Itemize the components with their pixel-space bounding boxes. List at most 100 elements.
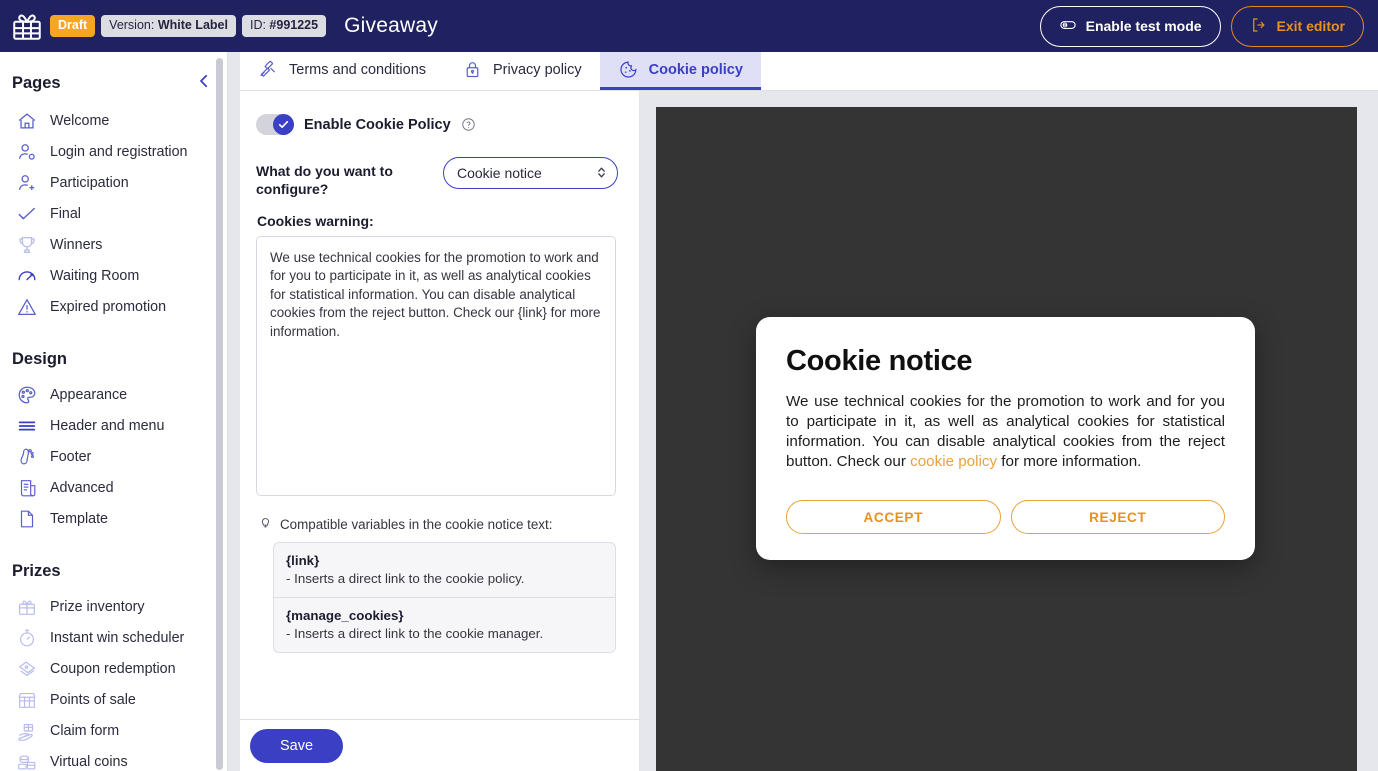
- sidebar-item-label: Welcome: [50, 112, 110, 129]
- page-icon: [16, 508, 38, 530]
- sidebar-item-welcome[interactable]: Welcome: [0, 105, 227, 136]
- exit-arrow-icon: [1250, 16, 1268, 37]
- enable-test-mode-button[interactable]: Enable test mode: [1039, 5, 1221, 47]
- sidebar-item-label: Login and registration: [50, 143, 188, 160]
- cookies-warning-textarea[interactable]: We use technical cookies for the promoti…: [256, 235, 616, 496]
- chevron-left-icon[interactable]: [195, 72, 213, 95]
- gavel-icon: [258, 59, 279, 80]
- sidebar-item-participation[interactable]: Participation: [0, 167, 227, 198]
- accept-button[interactable]: ACCEPT: [786, 500, 1001, 535]
- enable-test-mode-label: Enable test mode: [1085, 18, 1202, 34]
- sidebar-item-instant-win-scheduler[interactable]: Instant win scheduler: [0, 622, 227, 653]
- sidebar-group-title: Prizes: [12, 562, 61, 580]
- sidebar-item-header-and-menu[interactable]: Header and menu: [0, 410, 227, 441]
- sidebar: Pages Welcome Login and registration Par…: [0, 52, 228, 771]
- save-button[interactable]: Save: [250, 728, 344, 763]
- cookie-notice-title: Cookie notice: [786, 345, 973, 377]
- trophy-icon: [16, 234, 38, 256]
- home-icon: [16, 110, 38, 132]
- sidebar-item-footer[interactable]: Footer: [0, 441, 227, 472]
- variable-item: {manage_cookies} - Inserts a direct link…: [274, 596, 615, 652]
- scroll-document-icon: [16, 477, 38, 499]
- lightbulb-icon: [258, 515, 273, 535]
- sidebar-item-final[interactable]: Final: [0, 198, 227, 229]
- sidebar-item-label: Winners: [50, 236, 103, 253]
- tab-terms-and-conditions[interactable]: Terms and conditions: [240, 52, 444, 90]
- sidebar-item-label: Appearance: [50, 386, 128, 403]
- cookie-notice-body-after: for more information.: [997, 453, 1142, 471]
- policy-tabs: Terms and conditions Privacy policy Cook…: [240, 52, 1378, 91]
- sidebar-group-pages: Pages: [0, 64, 227, 105]
- cookie-notice-dialog: Cookie notice We use technical cookies f…: [756, 317, 1255, 561]
- sidebar-item-label: Points of sale: [50, 691, 136, 708]
- version-badge: Version: White Label: [101, 15, 236, 37]
- sidebar-item-virtual-coins[interactable]: Virtual coins: [0, 746, 227, 771]
- header-actions: Enable test mode Exit editor: [1039, 5, 1364, 47]
- sidebar-item-coupon-redemption[interactable]: Coupon redemption: [0, 653, 227, 684]
- preview-area: Cookie notice We use technical cookies f…: [641, 91, 1378, 771]
- sidebar-scroll-content: Pages Welcome Login and registration Par…: [0, 52, 227, 771]
- tab-privacy-policy[interactable]: Privacy policy: [444, 52, 600, 90]
- lock-icon: [462, 59, 483, 80]
- sidebar-item-appearance[interactable]: Appearance: [0, 379, 227, 410]
- sidebar-group-design: Design: [0, 342, 227, 379]
- exit-editor-button[interactable]: Exit editor: [1230, 5, 1364, 47]
- sidebar-item-template[interactable]: Template: [0, 503, 227, 534]
- enable-cookie-policy-toggle[interactable]: [256, 114, 294, 135]
- sidebar-item-label: Expired promotion: [50, 298, 167, 315]
- configure-field-row: What do you want to configure? Cookie no…: [256, 157, 623, 199]
- sidebar-item-advanced[interactable]: Advanced: [0, 472, 227, 503]
- sidebar-item-label: Prize inventory: [50, 598, 145, 615]
- sidebar-item-label: Final: [50, 205, 81, 222]
- page-title: Giveaway: [344, 14, 438, 37]
- sidebar-item-prize-inventory[interactable]: Prize inventory: [0, 591, 227, 622]
- store-icon: [16, 689, 38, 711]
- sidebar-item-waiting-room[interactable]: Waiting Room: [0, 260, 227, 291]
- cookie-policy-link[interactable]: cookie policy: [910, 453, 997, 470]
- sidebar-item-label: Waiting Room: [50, 267, 140, 284]
- reject-button[interactable]: REJECT: [1010, 500, 1225, 535]
- speedometer-icon: [16, 265, 38, 287]
- sidebar-scrollbar[interactable]: [216, 58, 223, 770]
- footprint-icon: [16, 446, 38, 468]
- sidebar-item-label: Instant win scheduler: [50, 629, 185, 646]
- palette-icon: [16, 384, 38, 406]
- coupon-hand-icon: [16, 658, 38, 680]
- id-value: #991225: [269, 18, 319, 33]
- sidebar-group-title: Design: [12, 350, 68, 368]
- form-footer: Save: [240, 719, 640, 771]
- form-content: Enable Cookie Policy What do you want to…: [240, 91, 639, 665]
- app-header: Draft Version: White Label ID: #991225 G…: [0, 0, 1378, 52]
- sidebar-item-label: Advanced: [50, 479, 114, 496]
- cookies-warning-label: Cookies warning:: [257, 212, 374, 229]
- sidebar-item-label: Coupon redemption: [50, 660, 176, 677]
- sidebar-item-points-of-sale[interactable]: Points of sale: [0, 684, 227, 715]
- menu-lines-icon: [16, 415, 38, 437]
- cookie-notice-buttons: ACCEPT REJECT: [786, 500, 1225, 535]
- toggle-switch-icon: [1059, 16, 1077, 37]
- toggle-knob: [273, 114, 294, 135]
- variable-description: - Inserts a direct link to the cookie ma…: [286, 625, 544, 641]
- sidebar-item-label: Claim form: [50, 722, 120, 739]
- user-add-icon: [16, 172, 38, 194]
- sidebar-group-title: Pages: [12, 74, 61, 92]
- gift-box-icon: [16, 596, 38, 618]
- user-login-icon: [16, 141, 38, 163]
- question-mark-icon[interactable]: [461, 117, 476, 132]
- sidebar-item-expired-promotion[interactable]: Expired promotion: [0, 291, 227, 322]
- sidebar-group-prizes: Prizes: [0, 554, 227, 591]
- variable-name: {link}: [286, 552, 320, 568]
- configure-select[interactable]: Cookie notice: [443, 157, 618, 189]
- version-prefix: Version:: [109, 18, 158, 33]
- variable-description: - Inserts a direct link to the cookie po…: [286, 570, 525, 586]
- gift-icon: [10, 9, 44, 43]
- sidebar-item-claim-form[interactable]: Claim form: [0, 715, 227, 746]
- tab-cookie-policy[interactable]: Cookie policy: [599, 52, 761, 90]
- configure-select-wrapper: Cookie notice: [443, 157, 618, 189]
- sidebar-item-winners[interactable]: Winners: [0, 229, 227, 260]
- configure-question-label: What do you want to configure?: [256, 163, 393, 197]
- sidebar-item-login-and-registration[interactable]: Login and registration: [0, 136, 227, 167]
- sidebar-item-label: Participation: [50, 174, 129, 191]
- enable-cookie-policy-label: Enable Cookie Policy: [304, 116, 451, 133]
